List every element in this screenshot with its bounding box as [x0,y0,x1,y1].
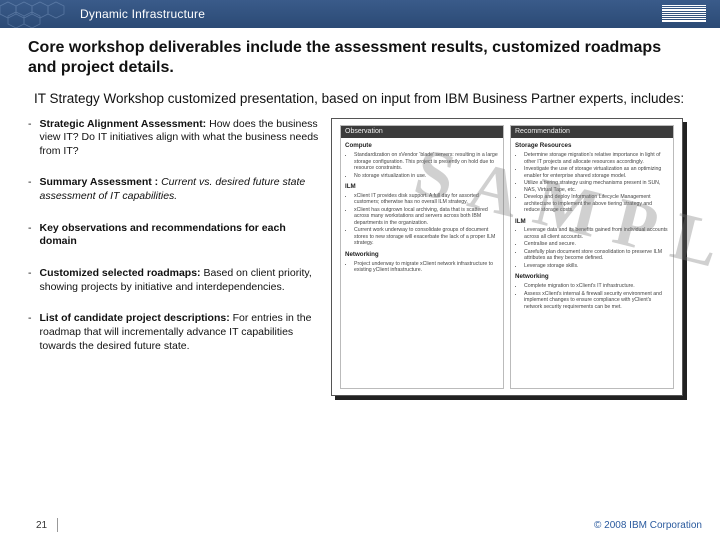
copyright: © 2008 IBM Corporation [594,520,702,531]
bullet-item: - Key observations and recommendations f… [28,222,323,249]
bullet-item: - List of candidate project descriptions… [28,312,323,353]
bullet-item: - Strategic Alignment Assessment: How do… [28,118,323,159]
sample-col-observation: Observation Compute Standardization on x… [340,125,504,389]
ibm-logo [662,5,706,22]
slide-intro: IT Strategy Workshop customized presenta… [34,90,686,108]
page-number: 21 [36,520,47,531]
header-title: Dynamic Infrastructure [80,7,205,21]
bullet-item: - Summary Assessment : Current vs. desir… [28,176,323,203]
sample-col-recommendation: Recommendation Storage Resources Determi… [510,125,674,389]
footer-separator [57,518,58,532]
sample-document: Observation Compute Standardization on x… [331,118,691,403]
bullet-list: - Strategic Alignment Assessment: How do… [28,118,323,372]
hex-decoration [0,0,95,28]
content-row: - Strategic Alignment Assessment: How do… [28,118,698,403]
bullet-item: - Customized selected roadmaps: Based on… [28,267,323,294]
slide-title: Core workshop deliverables include the a… [28,38,692,78]
col-header: Recommendation [511,126,673,139]
col-header: Observation [341,126,503,139]
slide-header: Dynamic Infrastructure [0,0,720,28]
slide-footer: 21 © 2008 IBM Corporation [0,518,720,532]
